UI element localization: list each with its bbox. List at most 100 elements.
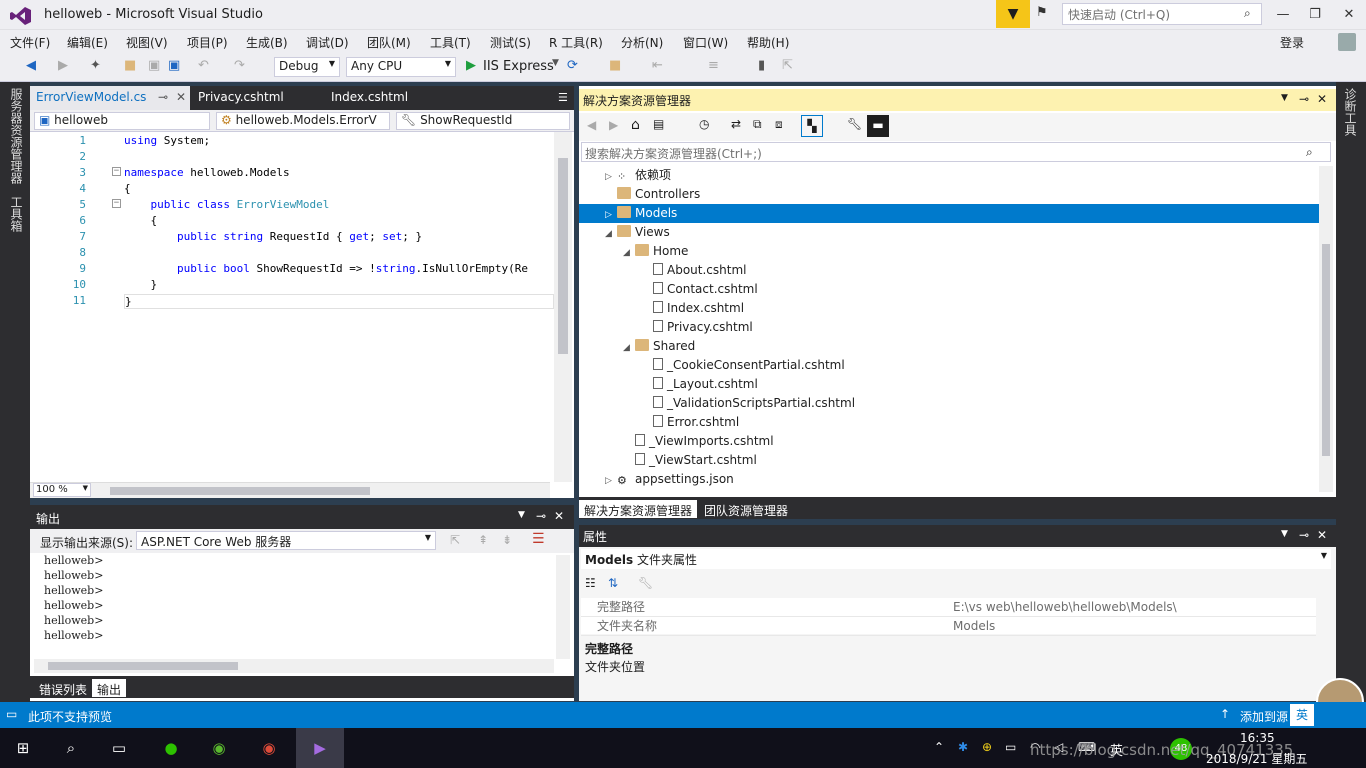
tab-errorviewmodel[interactable]: ErrorViewModel.cs ⊸ ✕ bbox=[30, 86, 190, 110]
visual-studio-taskbar-icon[interactable]: ▶ bbox=[296, 728, 344, 768]
maximize-button[interactable]: ❐ bbox=[1300, 3, 1330, 27]
notifications-icon[interactable]: ⚑ bbox=[1036, 5, 1054, 23]
collapsed-arrow-icon[interactable]: ▷ bbox=[605, 472, 617, 491]
expanded-arrow-icon[interactable]: ◢ bbox=[623, 244, 635, 263]
scroll-thumb[interactable] bbox=[1322, 244, 1330, 456]
menu-r-tools[interactable]: R 工具(R) bbox=[549, 34, 603, 51]
menu-team[interactable]: 团队(M) bbox=[367, 34, 411, 51]
redo-icon[interactable]: ↷ bbox=[234, 58, 245, 73]
tree-item[interactable]: Contact.cshtml bbox=[579, 280, 1319, 299]
tree-item[interactable]: Privacy.cshtml bbox=[579, 318, 1319, 337]
solution-explorer-tab[interactable]: 解决方案资源管理器 bbox=[579, 500, 698, 518]
chrome-icon[interactable]: ◉ bbox=[254, 734, 284, 762]
sign-in-link[interactable]: 登录 bbox=[1280, 34, 1304, 51]
tree-item[interactable]: _ViewImports.cshtml bbox=[579, 432, 1319, 451]
collapse-class-icon[interactable]: − bbox=[112, 199, 121, 208]
solution-explorer-scrollbar[interactable] bbox=[1319, 166, 1333, 492]
add-to-source-control[interactable]: 添加到源 bbox=[1240, 708, 1288, 725]
home-icon[interactable]: ⌂ bbox=[631, 117, 640, 133]
server-explorer-tab[interactable]: 服务器资源管理器 bbox=[8, 88, 25, 184]
search-icon[interactable]: ⌕ bbox=[56, 734, 86, 762]
editor-vertical-scrollbar[interactable] bbox=[554, 132, 572, 482]
battery-icon[interactable]: ▭ bbox=[1005, 740, 1016, 754]
solution-explorer-search-input[interactable]: 搜索解决方案资源管理器(Ctrl+;) bbox=[581, 142, 1331, 162]
find-message-icon[interactable]: ⇱ bbox=[450, 533, 460, 547]
menu-analyze[interactable]: 分析(N) bbox=[621, 34, 663, 51]
forward-icon[interactable]: ▶ bbox=[58, 58, 68, 73]
new-project-icon[interactable]: ✦ bbox=[90, 58, 101, 73]
tray-app-icon[interactable]: ✱ bbox=[958, 740, 968, 754]
tree-item[interactable]: ◢ Shared bbox=[579, 337, 1319, 356]
scroll-thumb[interactable] bbox=[110, 487, 370, 495]
quick-launch-input[interactable]: 快速启动 (Ctrl+Q) bbox=[1062, 3, 1262, 25]
output-vertical-scrollbar[interactable] bbox=[556, 555, 570, 659]
tree-item[interactable]: _Layout.cshtml bbox=[579, 375, 1319, 394]
forward-icon[interactable]: ▶ bbox=[609, 118, 618, 132]
feedback-filter-icon[interactable]: ▼ bbox=[996, 0, 1030, 28]
tree-item[interactable]: Error.cshtml bbox=[579, 413, 1319, 432]
tree-item[interactable]: ▷ Models bbox=[579, 204, 1319, 223]
bookmark-prev-icon[interactable]: ⇱ bbox=[782, 58, 793, 73]
sync-icon[interactable]: ⇄ bbox=[731, 117, 741, 131]
tree-item[interactable]: About.cshtml bbox=[579, 261, 1319, 280]
save-icon[interactable]: ▣ bbox=[148, 58, 160, 73]
close-icon[interactable]: ✕ bbox=[554, 509, 564, 523]
comment-icon[interactable]: ≡ bbox=[708, 58, 719, 73]
diagnostic-tools-tab[interactable]: 诊断工具 bbox=[1342, 88, 1359, 136]
alphabetical-icon[interactable]: ⇅ bbox=[608, 576, 618, 590]
pin-icon[interactable]: ⊸ bbox=[1299, 92, 1309, 106]
clock-date[interactable]: 2018/9/21 星期五 bbox=[1206, 750, 1307, 767]
chevron-down-icon[interactable]: ▼ bbox=[518, 510, 525, 520]
scroll-thumb[interactable] bbox=[48, 662, 238, 670]
toolbox-tab[interactable]: 工具箱 bbox=[8, 196, 25, 232]
preview-selected-icon[interactable]: ▚ bbox=[801, 115, 823, 137]
code-area[interactable]: 1 2 3 4 5 6 7 8 9 10 11 − − using System… bbox=[30, 132, 554, 482]
tree-item[interactable]: ▷ ⚙ appsettings.json bbox=[579, 470, 1319, 489]
save-all-icon[interactable]: ▣ bbox=[168, 58, 180, 73]
collapse-all-icon[interactable]: ⧉ bbox=[753, 117, 762, 132]
tree-item[interactable]: _CookieConsentPartial.cshtml bbox=[579, 356, 1319, 375]
collapse-namespace-icon[interactable]: − bbox=[112, 167, 121, 176]
platform-dropdown[interactable]: Any CPU ▼ bbox=[346, 57, 456, 77]
team-explorer-tab[interactable]: 团队资源管理器 bbox=[699, 500, 793, 518]
member-dropdown[interactable]: 🔧︎ ShowRequestId bbox=[396, 112, 570, 130]
preview-icon[interactable]: ▬ bbox=[867, 115, 889, 137]
search-icon[interactable]: ⌕ bbox=[1306, 145, 1313, 160]
properties-object-selector[interactable]: Models 文件夹属性 ▼ bbox=[581, 549, 1331, 569]
clock-time[interactable]: 16:35 bbox=[1240, 731, 1275, 745]
wechat-icon[interactable]: ● bbox=[156, 734, 186, 762]
menu-debug[interactable]: 调试(D) bbox=[306, 34, 349, 51]
menu-help[interactable]: 帮助(H) bbox=[747, 34, 789, 51]
project-dropdown[interactable]: ▣ helloweb bbox=[34, 112, 210, 130]
menu-view[interactable]: 视图(V) bbox=[126, 34, 168, 51]
tree-item[interactable]: ▷ ⁘ 依赖项 bbox=[579, 166, 1319, 185]
back-icon[interactable]: ◀ bbox=[26, 58, 36, 73]
type-dropdown[interactable]: ⚙ helloweb.Models.ErrorV bbox=[216, 112, 390, 130]
minimize-button[interactable]: — bbox=[1268, 3, 1298, 27]
menu-test[interactable]: 测试(S) bbox=[490, 34, 531, 51]
pending-changes-icon[interactable]: ◷ bbox=[699, 117, 709, 131]
output-horizontal-scrollbar[interactable] bbox=[34, 659, 554, 673]
output-tab[interactable]: 输出 bbox=[92, 679, 127, 697]
properties-icon[interactable]: 🔧︎ bbox=[847, 117, 862, 131]
chevron-up-icon[interactable]: ⌃ bbox=[934, 740, 944, 754]
menu-window[interactable]: 窗口(W) bbox=[683, 34, 728, 51]
prev-message-icon[interactable]: ⇞ bbox=[478, 533, 488, 547]
tree-item[interactable]: ◢ Home bbox=[579, 242, 1319, 261]
output-text[interactable]: helloweb> helloweb> helloweb> helloweb> … bbox=[44, 553, 103, 643]
tree-item[interactable]: Controllers bbox=[579, 185, 1319, 204]
undo-icon[interactable]: ↶ bbox=[198, 58, 209, 73]
categorized-icon[interactable]: ☷ bbox=[585, 576, 596, 590]
tray-plus-icon[interactable]: ⊕ bbox=[982, 740, 992, 754]
solution-config-dropdown[interactable]: Debug ▼ bbox=[274, 57, 340, 77]
menu-tools[interactable]: 工具(T) bbox=[430, 34, 471, 51]
task-view-icon[interactable]: ▭ bbox=[104, 734, 134, 762]
menu-build[interactable]: 生成(B) bbox=[246, 34, 288, 51]
account-icon[interactable] bbox=[1338, 33, 1356, 51]
ime-indicator[interactable]: 英 bbox=[1290, 704, 1314, 726]
pin-icon[interactable]: ⊸ bbox=[536, 509, 546, 523]
switch-views-icon[interactable]: ▤ bbox=[653, 117, 664, 131]
property-row[interactable]: 完整路径 E:\vs web\helloweb\helloweb\Models\ bbox=[581, 598, 1316, 617]
editor-horizontal-scrollbar[interactable] bbox=[30, 482, 550, 498]
tree-item[interactable]: ◢ Views bbox=[579, 223, 1319, 242]
